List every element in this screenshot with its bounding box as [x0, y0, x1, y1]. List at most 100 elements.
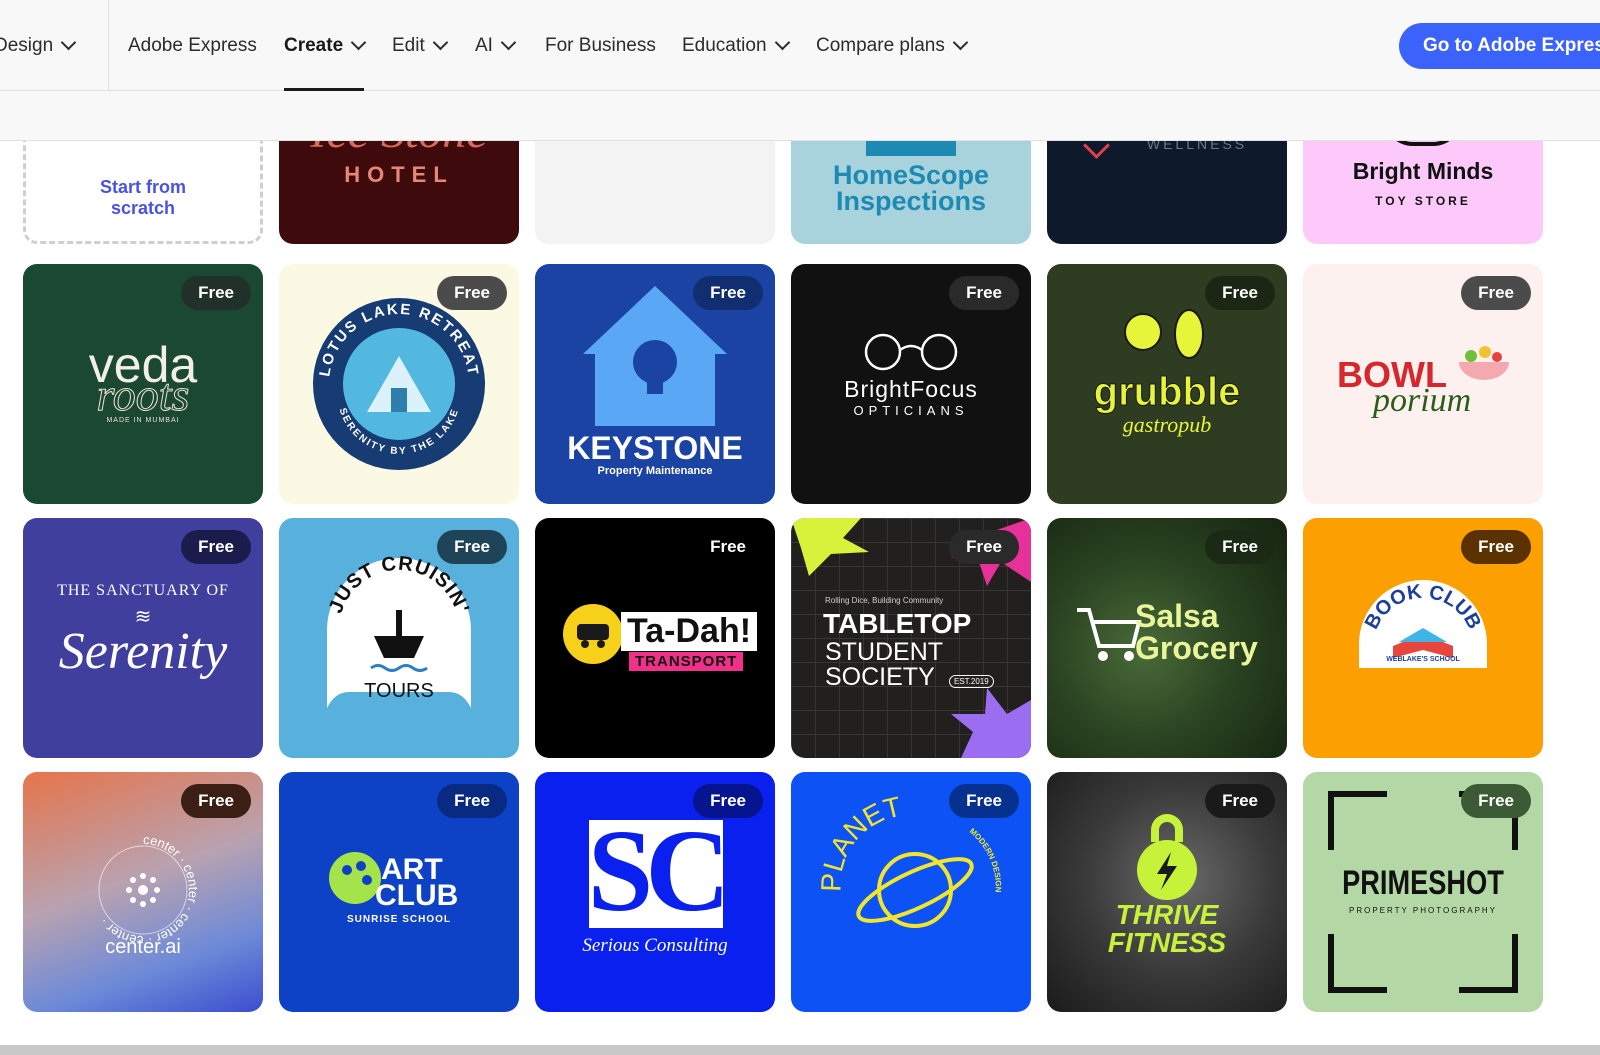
veda-subtitle: MADE IN MUMBAI: [106, 417, 180, 424]
template-card-serious-consulting[interactable]: SC Serious Consulting Free: [535, 772, 775, 1012]
chevron-down-icon: [432, 34, 449, 51]
free-badge: Free: [181, 784, 251, 818]
sub-toolbar: [0, 91, 1600, 141]
template-card-veda-roots[interactable]: veda roots MADE IN MUMBAI Free: [23, 264, 263, 504]
template-card-tadah[interactable]: Ta-Dah! TRANSPORT Free: [535, 518, 775, 758]
template-card-bowlporium[interactable]: BOWL porium Free: [1303, 264, 1543, 504]
homescope-subtitle: Inspections: [835, 186, 987, 216]
tabletop-line-2: STUDENT: [825, 638, 944, 666]
free-badge: Free: [949, 530, 1019, 564]
nav-create[interactable]: Create: [284, 0, 367, 91]
template-card-planet[interactable]: PLANET MODERN DESIGN Free: [791, 772, 1031, 1012]
free-badge: Free: [181, 530, 251, 564]
template-card-primeshot[interactable]: PRIMESHOT PROPERTY PHOTOGRAPHY Free: [1303, 772, 1543, 1012]
primeshot-title: PRIMESHOT: [1342, 864, 1504, 902]
nav-ai[interactable]: AI: [475, 0, 517, 91]
bowl-subtitle: porium: [1373, 382, 1472, 419]
tabletop-line-3: SOCIETY: [825, 663, 935, 691]
nav-create-label: Create: [284, 34, 344, 56]
salsa-title: Salsa: [1135, 598, 1219, 634]
brightfocus-subtitle: OPTICIANS: [853, 403, 969, 418]
free-badge: Free: [949, 784, 1019, 818]
art-subtitle: CLUB: [375, 879, 459, 912]
template-card-art-club[interactable]: ART CLUB SUNRISE SCHOOL Free: [279, 772, 519, 1012]
keystone-subtitle: Property Maintenance: [597, 465, 713, 477]
chevron-down-icon: [952, 34, 969, 51]
nav-edit-label: Edit: [392, 34, 425, 56]
nav-design-label: Design: [0, 34, 54, 56]
grubble-subtitle: gastropub: [1122, 412, 1212, 437]
template-card-brightfocus[interactable]: BrightFocus OPTICIANS Free: [791, 264, 1031, 504]
keystone-title: KEYSTONE: [567, 430, 743, 466]
template-card-salsa-grocery[interactable]: Salsa Grocery Free: [1047, 518, 1287, 758]
sc-subtitle: Serious Consulting: [582, 935, 728, 956]
tabletop-tagline: Rolling Dice, Building Community: [825, 596, 944, 605]
chevron-down-icon: [774, 34, 790, 51]
brightfocus-title: BrightFocus: [844, 376, 978, 402]
template-card-center-ai[interactable]: center · center · center · center · cent…: [23, 772, 263, 1012]
free-badge: Free: [181, 276, 251, 310]
nav-compare-plans-label: Compare plans: [816, 34, 945, 56]
free-badge: Free: [437, 276, 507, 310]
nav-for-business-label: For Business: [545, 34, 656, 56]
stone-hotel-subtitle: HOTEL: [344, 162, 454, 187]
thrive-subtitle: FITNESS: [1107, 927, 1227, 958]
free-badge: Free: [693, 530, 763, 564]
free-badge: Free: [1461, 530, 1531, 564]
nav-ai-label: AI: [475, 34, 493, 56]
grubble-title: grubble: [1093, 370, 1241, 415]
svg-text:PLANET: PLANET: [815, 791, 904, 893]
nav-compare-plans[interactable]: Compare plans: [816, 0, 969, 91]
art-school: SUNRISE SCHOOL: [346, 914, 451, 925]
chevron-down-icon: [500, 34, 517, 51]
template-card-just-cruisin[interactable]: JUST CRUISIN' TOURS Free: [279, 518, 519, 758]
homescope-title: HomeScope: [832, 160, 990, 190]
free-badge: Free: [1205, 276, 1275, 310]
free-badge: Free: [437, 530, 507, 564]
top-navigation: Design Adobe Express Create Edit AI For …: [0, 0, 1600, 91]
chevron-down-icon: [350, 34, 367, 51]
planet-subtitle: MODERN DESIGN: [968, 827, 1003, 893]
free-badge: Free: [693, 784, 763, 818]
cruisin-subtitle: TOURS: [364, 680, 434, 702]
bright-minds-title: Bright Minds: [1352, 158, 1494, 184]
start-from-scratch-label: Start from scratch: [99, 177, 186, 218]
svg-text:MODERN DESIGN: MODERN DESIGN: [968, 827, 1003, 893]
nav-adobe-express[interactable]: Adobe Express: [128, 0, 257, 91]
sc-title: SC: [587, 805, 731, 936]
primeshot-subtitle: PROPERTY PHOTOGRAPHY: [1348, 906, 1498, 915]
tadah-subtitle: TRANSPORT: [629, 652, 744, 671]
template-card-tabletop[interactable]: Rolling Dice, Building Community TABLETO…: [791, 518, 1031, 758]
nav-divider: [108, 0, 109, 91]
tabletop-est: EST.2019: [949, 675, 994, 688]
nav-education[interactable]: Education: [682, 0, 790, 91]
planet-title: PLANET: [815, 791, 904, 893]
book-club-subtitle: WEBLAKE'S SCHOOL: [1386, 656, 1460, 663]
center-title: center.ai: [105, 936, 181, 958]
go-to-adobe-express-button[interactable]: Go to Adobe Express: [1399, 23, 1600, 69]
free-badge: Free: [949, 276, 1019, 310]
free-badge: Free: [693, 276, 763, 310]
nav-for-business[interactable]: For Business: [545, 0, 656, 91]
chevron-down-icon: [60, 34, 77, 51]
horizontal-scrollbar[interactable]: [0, 1045, 1600, 1055]
template-card-thrive-fitness[interactable]: THRIVE FITNESS Free: [1047, 772, 1287, 1012]
serenity-top-text: THE SANCTUARY OF: [57, 582, 229, 599]
nav-education-label: Education: [682, 34, 767, 56]
nav-edit[interactable]: Edit: [392, 0, 449, 91]
template-card-grubble[interactable]: grubble gastropub Free: [1047, 264, 1287, 504]
template-card-book-club[interactable]: BOOK CLUB WEBLAKE'S SCHOOL Free: [1303, 518, 1543, 758]
free-badge: Free: [1205, 530, 1275, 564]
thrive-title: THRIVE: [1115, 899, 1219, 930]
template-grid: Start from scratch Ice Stone HOTEL HomeS…: [0, 0, 1600, 1055]
template-card-serenity[interactable]: THE SANCTUARY OF ≋ Serenity Free: [23, 518, 263, 758]
veda-roots-script: roots: [96, 369, 190, 421]
template-card-keystone[interactable]: KEYSTONE Property Maintenance Free: [535, 264, 775, 504]
nav-design[interactable]: Design: [0, 0, 77, 91]
tadah-title: Ta-Dah!: [621, 612, 758, 651]
free-badge: Free: [1461, 784, 1531, 818]
free-badge: Free: [1461, 276, 1531, 310]
template-card-lotus-lake[interactable]: LOTUS LAKE RETREAT SERENITY BY THE LAKE …: [279, 264, 519, 504]
svg-text:center · center · center · cen: center · center · center · center ·: [96, 832, 201, 948]
nav-adobe-express-label: Adobe Express: [128, 34, 257, 56]
